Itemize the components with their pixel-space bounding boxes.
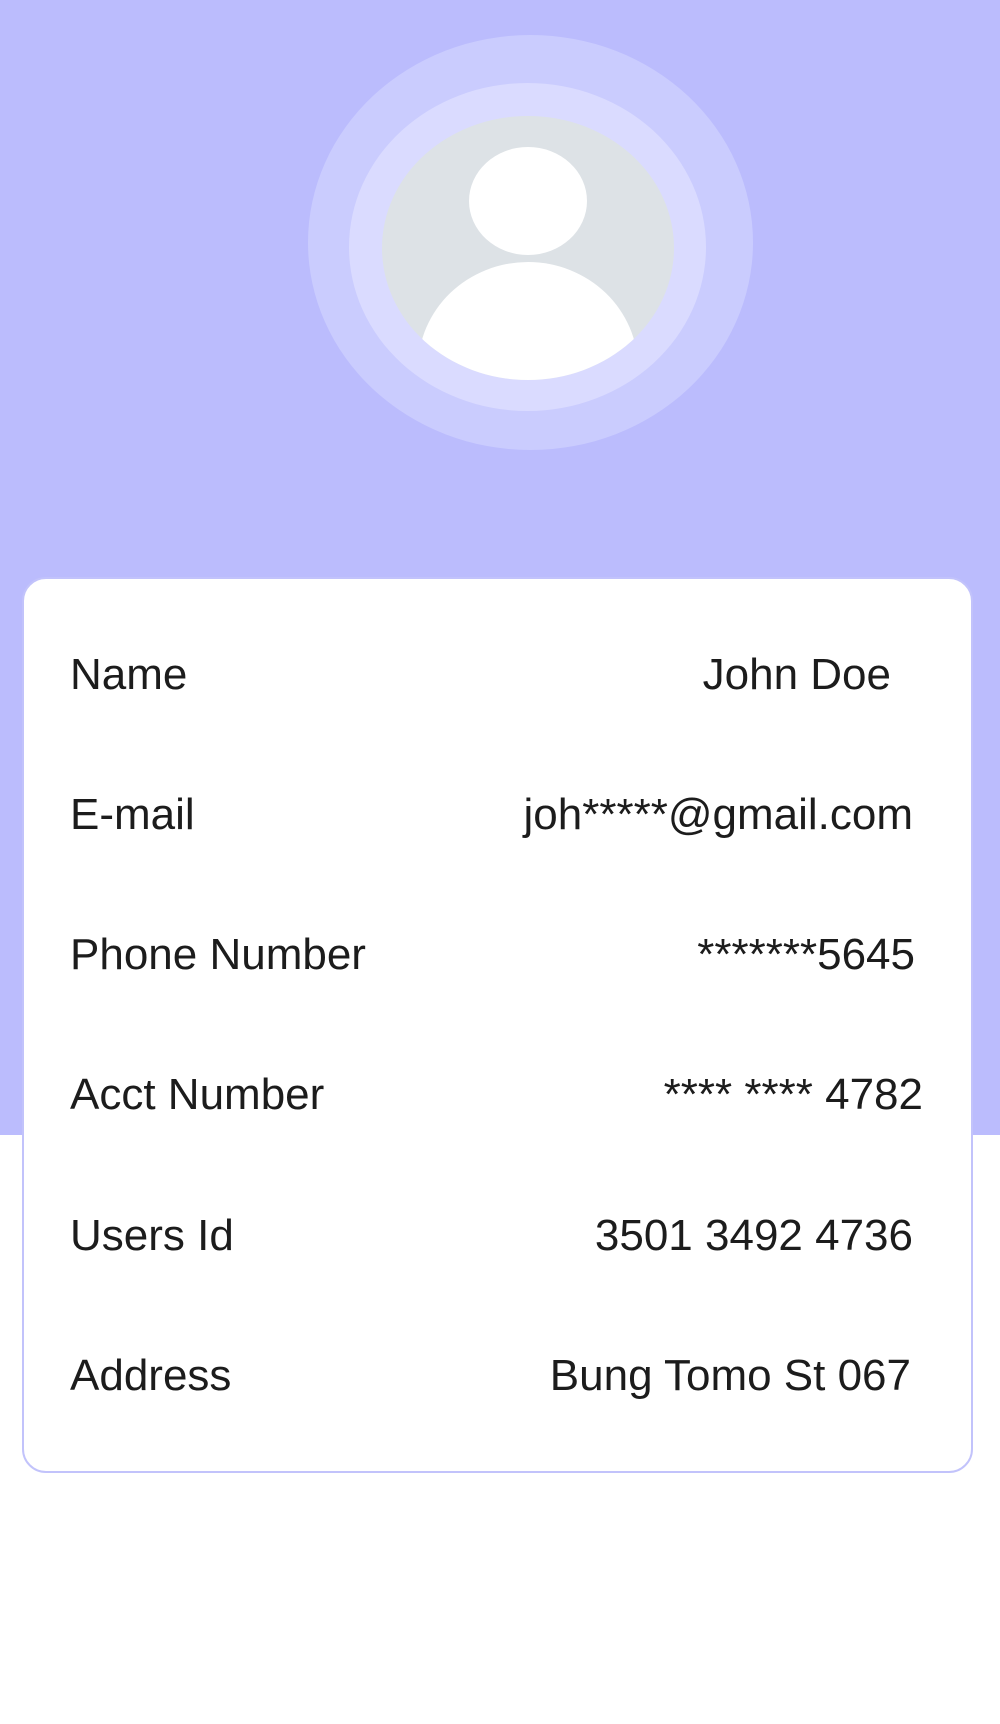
profile-details-card: Name John Doe E-mail joh*****@gmail.com … bbox=[22, 577, 973, 1473]
email-label: E-mail bbox=[70, 790, 195, 839]
phone-number-label: Phone Number bbox=[70, 930, 366, 979]
account-number-value: **** **** 4782 bbox=[663, 1070, 923, 1119]
address-value: Bung Tomo St 067 bbox=[549, 1351, 911, 1400]
address-label: Address bbox=[70, 1351, 232, 1400]
default-user-avatar-icon bbox=[418, 147, 638, 380]
users-id-label: Users Id bbox=[70, 1211, 234, 1260]
detail-row-name: Name John Doe bbox=[24, 625, 971, 725]
detail-row-account-number: Acct Number **** **** 4782 bbox=[24, 1045, 971, 1145]
profile-page: Name John Doe E-mail joh*****@gmail.com … bbox=[0, 0, 1000, 1724]
phone-number-value: *******5645 bbox=[697, 930, 915, 979]
name-label: Name bbox=[70, 650, 188, 699]
users-id-value: 3501 3492 4736 bbox=[594, 1211, 913, 1260]
detail-row-email: E-mail joh*****@gmail.com bbox=[24, 765, 971, 865]
email-value: joh*****@gmail.com bbox=[523, 790, 914, 839]
detail-row-address: Address Bung Tomo St 067 bbox=[24, 1326, 971, 1426]
account-number-label: Acct Number bbox=[70, 1070, 325, 1119]
avatar bbox=[382, 116, 674, 380]
detail-row-users-id: Users Id 3501 3492 4736 bbox=[24, 1186, 971, 1286]
detail-row-phone-number: Phone Number *******5645 bbox=[24, 905, 971, 1005]
name-value: John Doe bbox=[702, 650, 891, 699]
